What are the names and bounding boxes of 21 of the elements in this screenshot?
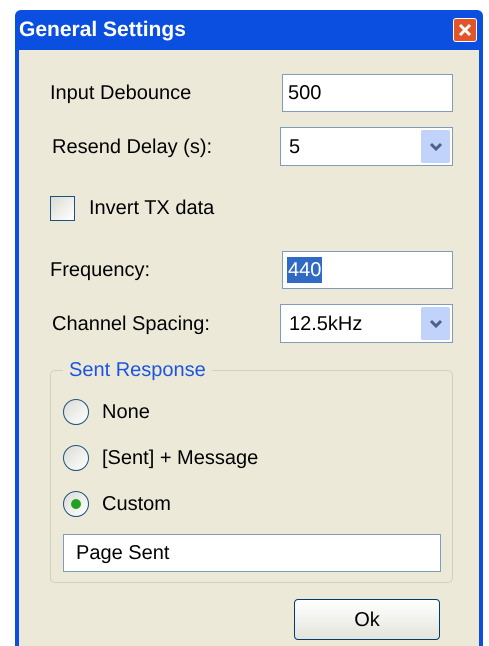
dropdown[interactable]: 5	[280, 127, 453, 166]
radio-button[interactable]	[63, 445, 89, 471]
text-field[interactable]: 500	[282, 74, 453, 112]
close-button[interactable]	[453, 18, 477, 42]
field-label: Resend Delay (s):	[52, 134, 212, 160]
radio-button[interactable]	[63, 491, 89, 517]
dropdown[interactable]: 12.5kHz	[280, 304, 453, 343]
radio-button[interactable]	[63, 399, 89, 425]
custom-text-field[interactable]: Page Sent	[63, 534, 441, 572]
field-label: Channel Spacing:	[52, 312, 210, 336]
checkbox[interactable]	[50, 196, 75, 220]
radio-label: Custom	[102, 492, 171, 517]
close-icon	[458, 23, 472, 37]
field-label: Input Debounce	[50, 81, 192, 106]
field-label: Frequency:	[50, 258, 150, 283]
text-field[interactable]: 440	[282, 251, 453, 289]
ok-button[interactable]: Ok	[294, 599, 440, 640]
window-title: General Settings	[19, 17, 186, 44]
radio-label: None	[102, 400, 150, 425]
radio-label: [Sent] + Message	[102, 446, 258, 471]
checkbox-label: Invert TX data	[89, 196, 214, 221]
